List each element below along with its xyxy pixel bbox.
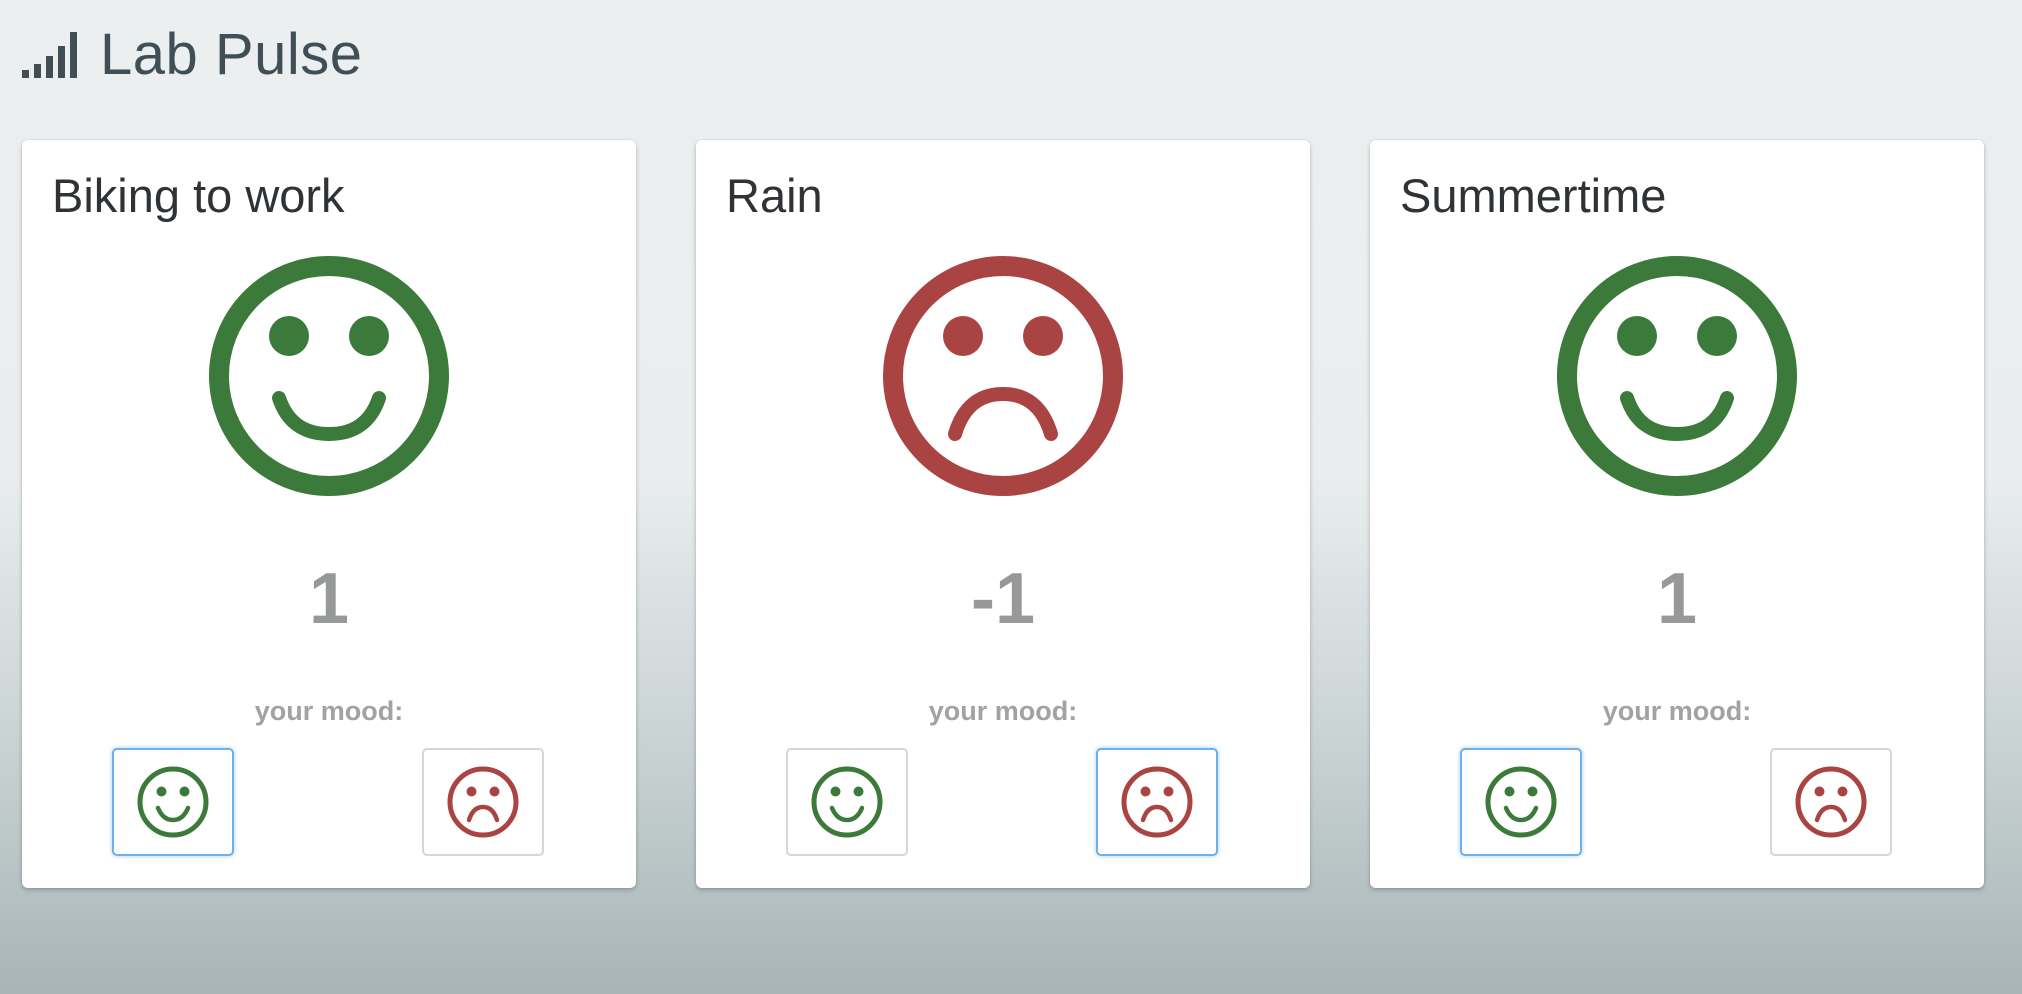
app-header: Lab Pulse xyxy=(20,22,362,87)
topic-card-summertime: Summertime 1 your mood: xyxy=(1370,140,1984,888)
your-mood-label: your mood: xyxy=(1602,696,1752,726)
mood-score: 1 xyxy=(308,559,350,639)
your-mood-label: your mood: xyxy=(254,696,404,726)
your-mood-label: your mood: xyxy=(928,696,1078,726)
signal-bars-icon xyxy=(22,32,77,78)
happy-face-icon xyxy=(811,766,883,838)
sad-face-icon xyxy=(1121,766,1193,838)
topic-card-rain: Rain -1 your mood: xyxy=(696,140,1310,888)
vote-happy-button[interactable] xyxy=(112,748,234,856)
vote-happy-button[interactable] xyxy=(786,748,908,856)
happy-face-icon xyxy=(137,766,209,838)
sad-face-icon xyxy=(883,256,1123,496)
card-title: Rain xyxy=(726,169,823,222)
mood-score: -1 xyxy=(970,559,1036,639)
app-title: Lab Pulse xyxy=(100,21,363,87)
happy-face-icon xyxy=(1557,256,1797,496)
card-title: Summertime xyxy=(1400,169,1667,222)
vote-sad-button[interactable] xyxy=(1770,748,1892,856)
sad-face-icon xyxy=(1795,766,1867,838)
card-title: Biking to work xyxy=(52,169,345,222)
topic-card-biking: Biking to work 1 your mood: xyxy=(22,140,636,888)
sad-face-icon xyxy=(447,766,519,838)
vote-sad-button[interactable] xyxy=(422,748,544,856)
happy-face-icon xyxy=(1485,766,1557,838)
happy-face-icon xyxy=(209,256,449,496)
vote-sad-button[interactable] xyxy=(1096,748,1218,856)
vote-happy-button[interactable] xyxy=(1460,748,1582,856)
mood-score: 1 xyxy=(1656,559,1698,639)
